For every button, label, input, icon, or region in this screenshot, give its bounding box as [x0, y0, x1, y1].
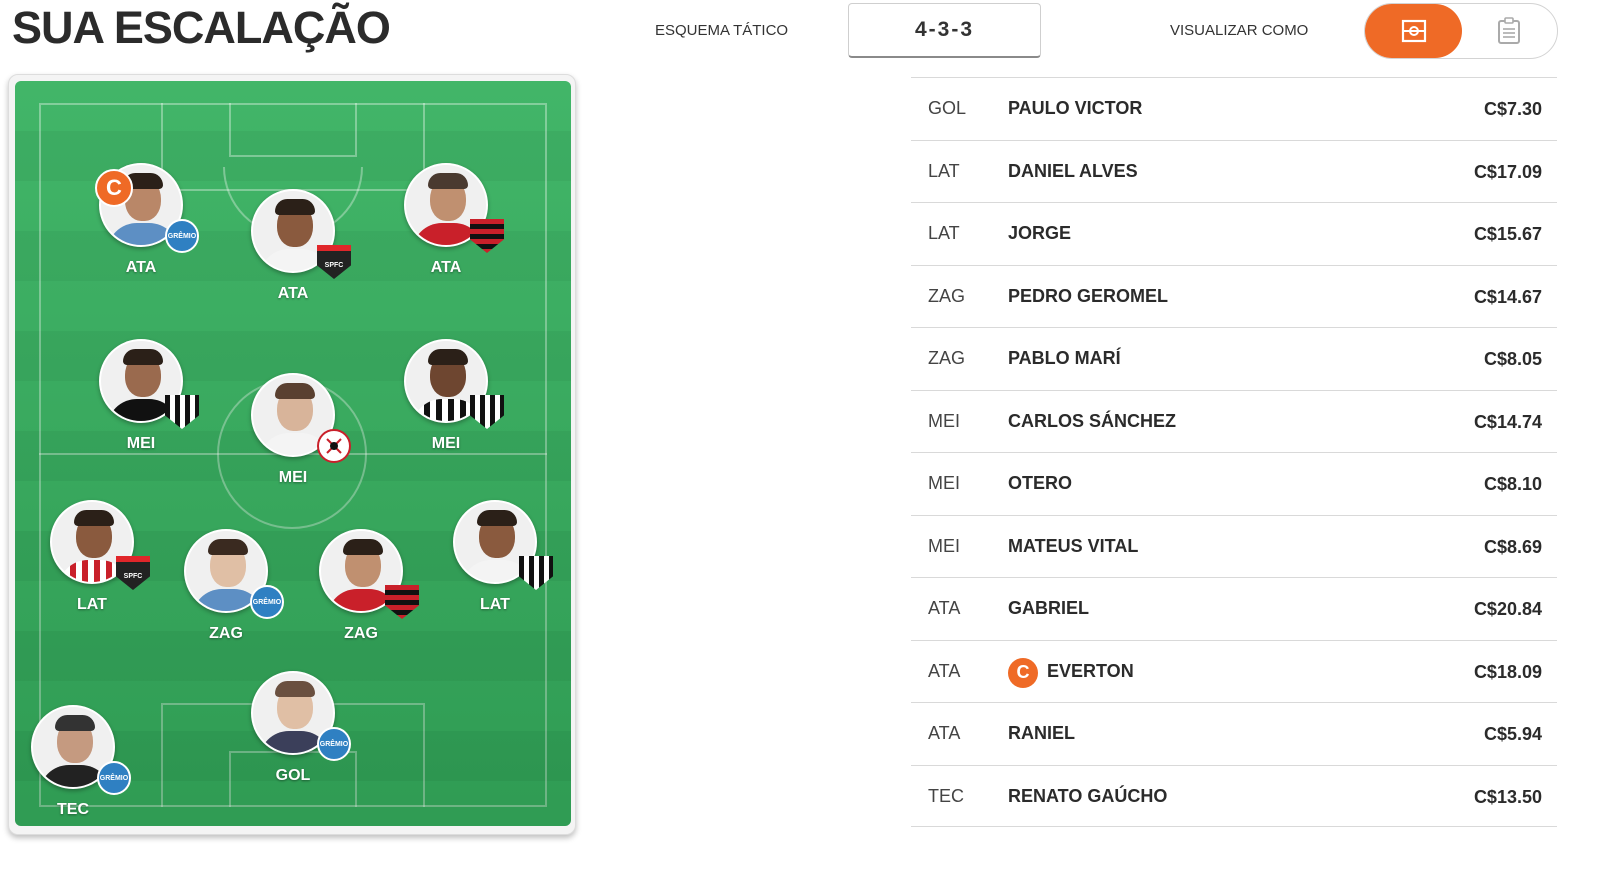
row-price: C$17.09	[1473, 161, 1542, 182]
table-row[interactable]: TEC RENATO GAÚCHO C$13.50	[911, 764, 1557, 827]
row-player-name: CARLOS SÁNCHEZ	[1008, 410, 1177, 431]
table-row[interactable]: GOL PAULO VICTOR C$7.30	[911, 77, 1557, 140]
row-price: C$7.30	[1483, 99, 1542, 119]
row-position: ZAG	[928, 348, 966, 368]
row-position: ATA	[928, 723, 961, 743]
row-player-name: GABRIEL	[1008, 598, 1089, 618]
row-price: C$18.09	[1473, 661, 1542, 682]
corinthians-badge-icon	[317, 429, 351, 463]
row-player-name: MATEUS VITAL	[1008, 535, 1139, 556]
row-position: MEI	[928, 535, 961, 556]
table-row[interactable]: MEI CARLOS SÁNCHEZ C$14.74	[911, 389, 1557, 453]
captain-badge: C	[95, 169, 133, 207]
row-price: C$15.67	[1473, 224, 1542, 244]
row-player-name: OTERO	[1008, 473, 1073, 493]
row-player-name: RENATO GAÚCHO	[1008, 785, 1168, 806]
row-position: MEI	[928, 410, 961, 431]
player-position-label: TEC	[57, 801, 89, 818]
table-row[interactable]: ATA RANIEL C$5.94	[911, 702, 1557, 765]
player-position-label: ATA	[277, 285, 309, 302]
row-player-name: RANIEL	[1008, 723, 1075, 743]
row-position: ZAG	[928, 285, 966, 306]
spfc-badge-icon: SPFC	[116, 556, 150, 590]
page-title: SUA ESCALAÇÃO	[12, 2, 391, 53]
flamengo-badge-icon	[385, 585, 419, 619]
player-card-tec[interactable]: GRÊMIO TEC	[0, 705, 147, 835]
player-position-label: ATA	[430, 259, 462, 276]
row-price: C$14.74	[1473, 411, 1542, 432]
table-row[interactable]: ATA GABRIEL C$20.84	[911, 577, 1557, 640]
player-card-lat-1[interactable]: SPFC LAT	[16, 500, 166, 630]
row-player-name: EVERTON	[1047, 660, 1134, 681]
player-card-zag-1[interactable]: GRÊMIO ZAG	[150, 529, 300, 659]
row-player-name: PEDRO GEROMEL	[1008, 285, 1169, 306]
top-goal-area	[229, 103, 357, 157]
row-price: C$14.67	[1473, 286, 1542, 307]
field-container: GRÊMIO C ATA SPFC ATA ATA MEI MEI MEI SP…	[8, 74, 576, 835]
row-position: MEI	[928, 473, 961, 493]
row-price: C$13.50	[1473, 786, 1542, 807]
row-position: TEC	[928, 785, 964, 806]
row-price: C$8.10	[1483, 474, 1542, 494]
row-position: ATA	[928, 598, 961, 618]
table-row[interactable]: ATA C EVERTON C$18.09	[911, 639, 1557, 703]
atletico-mg-badge-icon	[165, 395, 199, 429]
row-position: LAT	[928, 160, 960, 181]
table-row[interactable]: MEI MATEUS VITAL C$8.69	[911, 514, 1557, 578]
table-row[interactable]: MEI OTERO C$8.10	[911, 452, 1557, 515]
row-price: C$8.05	[1483, 349, 1542, 369]
row-price: C$8.69	[1483, 536, 1542, 557]
table-row[interactable]: LAT JORGE C$15.67	[911, 202, 1557, 265]
table-row[interactable]: LAT DANIEL ALVES C$17.09	[911, 139, 1557, 203]
list-view-button[interactable]	[1460, 4, 1557, 58]
view-label: VISUALIZAR COMO	[1170, 22, 1309, 39]
field-view-button[interactable]	[1365, 4, 1462, 58]
player-position-label: MEI	[431, 435, 461, 452]
player-position-label: ZAG	[344, 625, 378, 642]
gremio-badge-icon: GRÊMIO	[97, 761, 131, 795]
player-card-mei-2[interactable]: MEI	[217, 373, 367, 503]
santos-badge-icon	[519, 556, 553, 590]
row-player-name: JORGE	[1008, 223, 1072, 243]
row-position: GOL	[928, 98, 967, 118]
player-card-ata-3[interactable]: ATA	[370, 163, 520, 293]
player-position-label: LAT	[480, 596, 510, 613]
gremio-badge-icon: GRÊMIO	[317, 727, 351, 761]
captain-icon: C	[1008, 657, 1038, 688]
gremio-badge-icon: GRÊMIO	[250, 585, 284, 619]
player-position-label: LAT	[77, 596, 107, 613]
player-card-mei-3[interactable]: MEI	[370, 339, 520, 469]
table-row[interactable]: ZAG PEDRO GEROMEL C$14.67	[911, 264, 1557, 328]
formation-label: ESQUEMA TÁTICO	[655, 22, 789, 39]
table-row[interactable]: ZAG PABLO MARÍ C$8.05	[911, 327, 1557, 390]
santos-badge-icon	[470, 395, 504, 429]
row-price: C$20.84	[1473, 599, 1542, 619]
player-position-label: ATA	[125, 259, 157, 276]
row-player-name: PABLO MARÍ	[1008, 348, 1121, 368]
player-position-label: ZAG	[209, 625, 243, 642]
list-view-icon	[1497, 17, 1520, 44]
field-view-icon	[1401, 19, 1426, 43]
view-toggle	[1364, 3, 1558, 59]
spfc-badge-icon: SPFC	[317, 245, 351, 279]
flamengo-badge-icon	[470, 219, 504, 253]
player-card-lat-2[interactable]: LAT	[419, 500, 569, 630]
player-card-gol[interactable]: GRÊMIO GOL	[217, 671, 367, 801]
player-card-ata-1[interactable]: GRÊMIO C ATA	[65, 163, 215, 293]
player-card-zag-2[interactable]: ZAG	[285, 529, 435, 659]
row-position: LAT	[928, 223, 960, 243]
player-card-ata-2[interactable]: SPFC ATA	[217, 189, 367, 319]
row-price: C$5.94	[1483, 724, 1542, 744]
row-player-name: PAULO VICTOR	[1008, 98, 1143, 118]
player-position-label: MEI	[126, 435, 156, 452]
player-position-label: GOL	[275, 767, 311, 784]
player-position-label: MEI	[278, 469, 308, 486]
lineup-table: GOL PAULO VICTOR C$7.30 LAT DANIEL ALVES…	[911, 77, 1557, 827]
player-card-mei-1[interactable]: MEI	[65, 339, 215, 469]
row-player-name: DANIEL ALVES	[1008, 160, 1138, 181]
gremio-badge-icon: GRÊMIO	[165, 219, 199, 253]
formation-select[interactable]: 4-3-3	[848, 3, 1041, 58]
row-position: ATA	[928, 660, 961, 681]
